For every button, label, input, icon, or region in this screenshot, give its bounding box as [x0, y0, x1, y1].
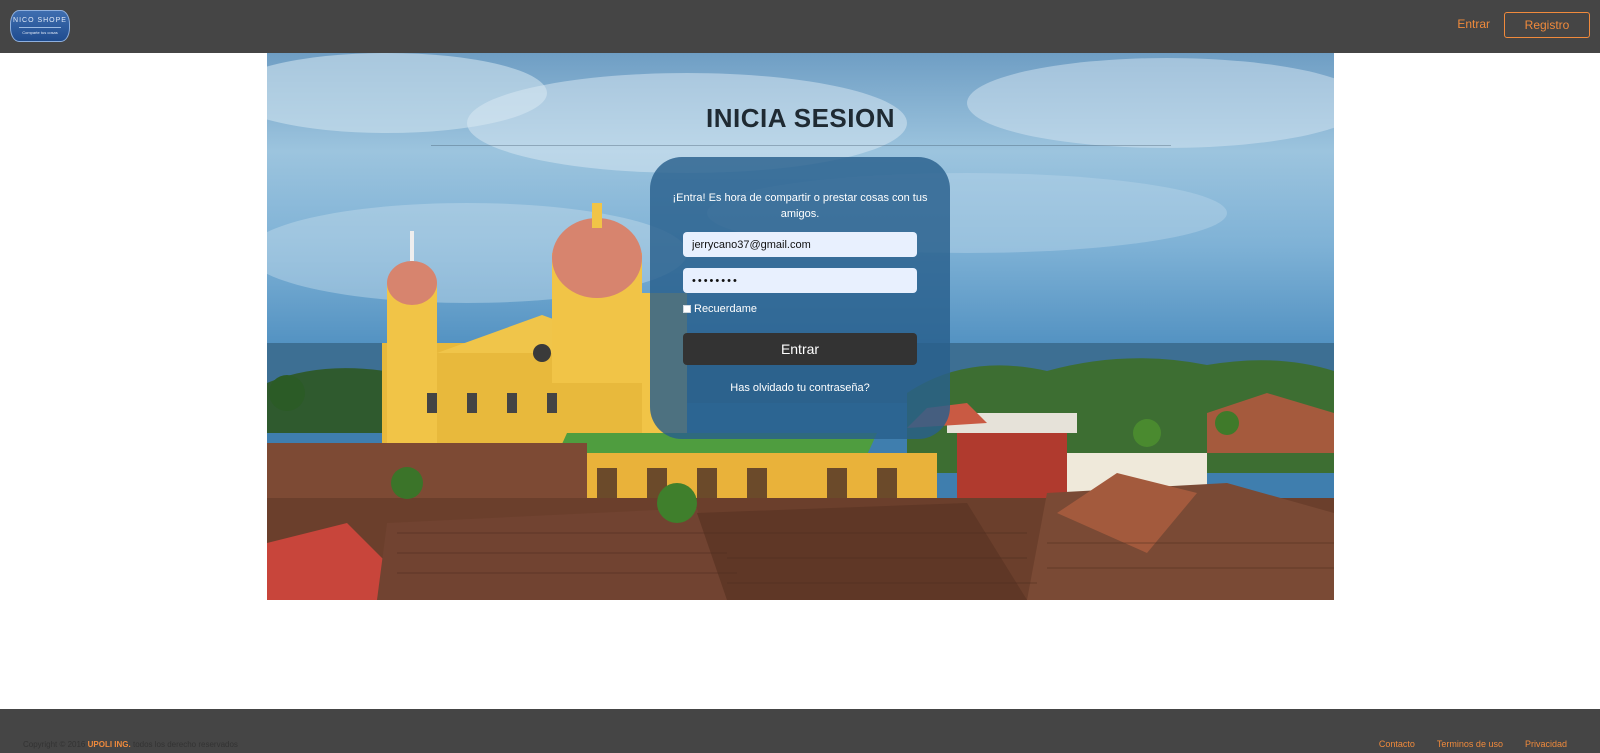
- nav-login-link[interactable]: Entrar: [1457, 17, 1490, 31]
- copyright-suffix: todos los derecho reservados: [132, 740, 238, 749]
- login-submit-button[interactable]: Entrar: [683, 333, 917, 365]
- logo-tagline: Comparte tus cosas: [19, 27, 61, 35]
- remember-me[interactable]: Recuerdame: [683, 303, 757, 315]
- login-intro-text: ¡Entra! Es hora de compartir o prestar c…: [672, 192, 928, 220]
- footer-link-terms[interactable]: Terminos de uso: [1437, 739, 1503, 749]
- top-navbar: NICO SHOPE Comparte tus cosas Entrar Reg…: [0, 0, 1600, 53]
- brand-logo[interactable]: NICO SHOPE Comparte tus cosas: [10, 10, 70, 42]
- copyright-brand: UPOLI ING.: [87, 740, 131, 749]
- nav-register-button[interactable]: Registro: [1504, 12, 1590, 38]
- page-title: INICIA SESION: [705, 103, 895, 133]
- remember-me-checkbox[interactable]: [683, 305, 691, 313]
- copyright-text: Copyright © 2016 UPOLI ING. todos los de…: [23, 740, 238, 749]
- hero-section: INICIA SESION ¡Entra! Es hora de compart…: [267, 53, 1334, 600]
- logo-text: NICO SHOPE: [13, 17, 67, 24]
- login-form: ¡Entra! Es hora de compartir o prestar c…: [650, 157, 950, 439]
- password-field[interactable]: [683, 268, 917, 293]
- title-divider: [431, 145, 1171, 146]
- footer-link-contact[interactable]: Contacto: [1379, 739, 1415, 749]
- copyright-prefix: Copyright © 2016: [23, 740, 86, 749]
- page-footer: Copyright © 2016 UPOLI ING. todos los de…: [0, 709, 1600, 753]
- footer-links: Contacto Terminos de uso Privacidad: [1379, 739, 1567, 749]
- footer-link-privacy[interactable]: Privacidad: [1525, 739, 1567, 749]
- forgot-password-link[interactable]: Has olvidado tu contraseña?: [650, 382, 950, 394]
- email-field[interactable]: [683, 232, 917, 257]
- remember-me-label: Recuerdame: [694, 303, 757, 315]
